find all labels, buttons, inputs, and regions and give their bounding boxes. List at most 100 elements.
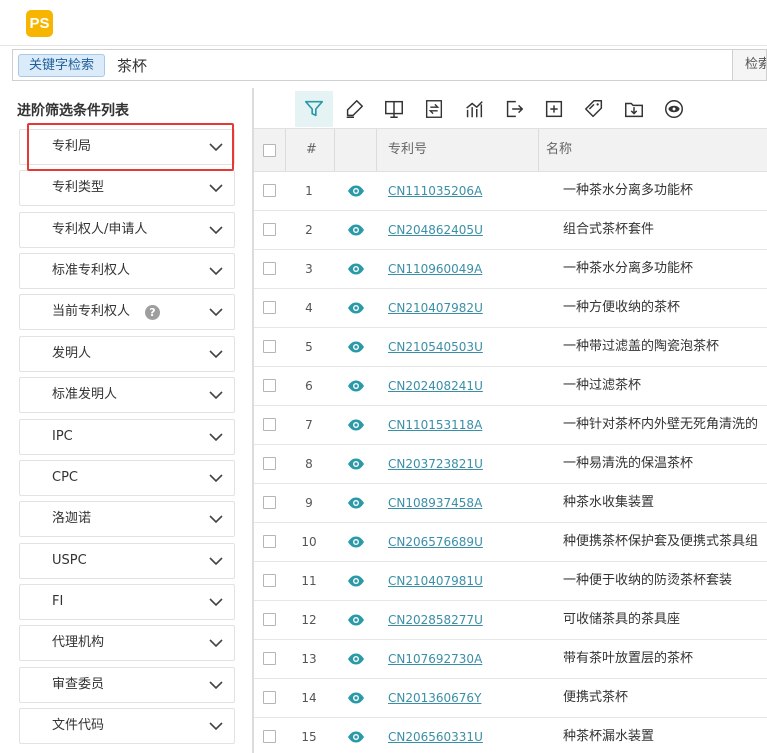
row-checkbox[interactable] <box>263 730 276 743</box>
row-checkbox[interactable] <box>263 613 276 626</box>
filter-item[interactable]: 专利局 <box>19 129 235 165</box>
row-checkbox[interactable] <box>263 301 276 314</box>
filter-item[interactable]: 专利权人/申请人 <box>19 212 235 248</box>
chevron-down-icon[interactable] <box>208 718 224 734</box>
filter-item[interactable]: 专利类型 <box>19 170 235 206</box>
filter-item[interactable]: USPC <box>19 543 235 579</box>
chevron-down-icon[interactable] <box>208 511 224 527</box>
compare-button[interactable] <box>415 91 453 127</box>
row-checkbox[interactable] <box>263 652 276 665</box>
row-checkbox[interactable] <box>263 535 276 548</box>
filter-item[interactable]: 代理机构 <box>19 625 235 661</box>
row-checkbox[interactable] <box>263 379 276 392</box>
keyword-search-tag[interactable]: 关键字检索 <box>18 54 106 77</box>
row-checkbox[interactable] <box>263 223 276 236</box>
chevron-down-icon[interactable] <box>208 677 224 693</box>
row-checkbox[interactable] <box>263 574 276 587</box>
filter-item[interactable]: 当前专利权人? <box>19 294 235 330</box>
patent-number-link[interactable]: CN111035206A <box>388 172 482 210</box>
table-row[interactable]: 5 CN210540503U 一种带过滤盖的陶瓷泡茶杯 <box>254 328 767 367</box>
patent-number-link[interactable]: CN202858277U <box>388 601 483 639</box>
filter-item[interactable]: IPC <box>19 419 235 455</box>
patent-number-link[interactable]: CN204862405U <box>388 211 483 249</box>
table-row[interactable]: 8 CN203723821U 一种易清洗的保温茶杯 <box>254 445 767 484</box>
table-row[interactable]: 1 CN111035206A 一种茶水分离多功能杯 <box>254 172 767 211</box>
eye-icon[interactable] <box>347 301 365 315</box>
row-checkbox[interactable] <box>263 691 276 704</box>
eye-icon[interactable] <box>347 496 365 510</box>
patent-number-link[interactable]: CN201360676Y <box>388 679 481 717</box>
filter-item[interactable]: 审查委员 <box>19 667 235 703</box>
search-input[interactable] <box>117 54 727 77</box>
filter-item[interactable]: 文件代码 <box>19 708 235 744</box>
row-checkbox[interactable] <box>263 496 276 509</box>
row-checkbox[interactable] <box>263 457 276 470</box>
eye-icon[interactable] <box>347 184 365 198</box>
chevron-down-icon[interactable] <box>208 222 224 238</box>
filter-item[interactable]: 发明人 <box>19 336 235 372</box>
header-index[interactable]: # <box>306 129 317 171</box>
filter-button[interactable] <box>295 91 333 127</box>
patent-number-link[interactable]: CN202408241U <box>388 367 483 405</box>
eye-icon[interactable] <box>347 340 365 354</box>
chevron-down-icon[interactable] <box>208 553 224 569</box>
chevron-down-icon[interactable] <box>208 263 224 279</box>
header-patent-no[interactable]: 专利号 <box>388 129 427 171</box>
filter-item[interactable]: 洛迦诺 <box>19 501 235 537</box>
search-button[interactable]: 检索 <box>732 50 766 80</box>
patent-number-link[interactable]: CN206576689U <box>388 523 483 561</box>
patent-number-link[interactable]: CN210407982U <box>388 289 483 327</box>
header-title[interactable]: 名称 <box>546 129 572 171</box>
chevron-down-icon[interactable] <box>208 635 224 651</box>
help-icon[interactable]: ? <box>145 305 160 320</box>
eye-icon[interactable] <box>347 691 365 705</box>
chevron-down-icon[interactable] <box>208 180 224 196</box>
eye-icon[interactable] <box>347 730 365 744</box>
patent-number-link[interactable]: CN108937458A <box>388 484 482 522</box>
tag-button[interactable] <box>575 91 613 127</box>
chevron-down-icon[interactable] <box>208 387 224 403</box>
eye-icon[interactable] <box>347 574 365 588</box>
patent-number-link[interactable]: CN203723821U <box>388 445 483 483</box>
chevron-down-icon[interactable] <box>208 429 224 445</box>
add-button[interactable] <box>535 91 573 127</box>
eye-icon[interactable] <box>347 379 365 393</box>
patent-number-link[interactable]: CN107692730A <box>388 640 482 678</box>
table-row[interactable]: 12 CN202858277U 可收储茶具的茶具座 <box>254 601 767 640</box>
save-folder-button[interactable] <box>615 91 653 127</box>
eye-settings-button[interactable] <box>655 91 693 127</box>
table-row[interactable]: 7 CN110153118A 一种针对茶杯内外壁无死角清洗的 <box>254 406 767 445</box>
row-checkbox[interactable] <box>263 262 276 275</box>
table-row[interactable]: 13 CN107692730A 带有茶叶放置层的茶杯 <box>254 640 767 679</box>
table-row[interactable]: 3 CN110960049A 一种茶水分离多功能杯 <box>254 250 767 289</box>
select-all-checkbox[interactable] <box>263 144 276 157</box>
chart-button[interactable] <box>455 91 493 127</box>
filter-item[interactable]: 标准发明人 <box>19 377 235 413</box>
patent-number-link[interactable]: CN210540503U <box>388 328 483 366</box>
chevron-down-icon[interactable] <box>208 304 224 320</box>
eye-icon[interactable] <box>347 613 365 627</box>
table-row[interactable]: 10 CN206576689U 种便携茶杯保护套及便携式茶具组 <box>254 523 767 562</box>
row-checkbox[interactable] <box>263 184 276 197</box>
row-checkbox[interactable] <box>263 418 276 431</box>
chevron-down-icon[interactable] <box>208 346 224 362</box>
filter-item[interactable]: CPC <box>19 460 235 496</box>
table-row[interactable]: 15 CN206560331U 种茶杯漏水装置 <box>254 718 767 753</box>
eye-icon[interactable] <box>347 457 365 471</box>
patent-number-link[interactable]: CN110960049A <box>388 250 482 288</box>
patent-number-link[interactable]: CN110153118A <box>388 406 482 444</box>
patent-number-link[interactable]: CN210407981U <box>388 562 483 600</box>
table-row[interactable]: 14 CN201360676Y 便携式茶杯 <box>254 679 767 718</box>
eye-icon[interactable] <box>347 535 365 549</box>
eye-icon[interactable] <box>347 223 365 237</box>
table-row[interactable]: 2 CN204862405U 组合式茶杯套件 <box>254 211 767 250</box>
table-row[interactable]: 4 CN210407982U 一种方便收纳的茶杯 <box>254 289 767 328</box>
table-row[interactable]: 9 CN108937458A 种茶水收集装置 <box>254 484 767 523</box>
highlighter-button[interactable] <box>335 91 373 127</box>
export-button[interactable] <box>495 91 533 127</box>
table-row[interactable]: 6 CN202408241U 一种过滤茶杯 <box>254 367 767 406</box>
app-logo[interactable]: PS <box>26 10 53 37</box>
monitor-button[interactable] <box>375 91 413 127</box>
filter-item[interactable]: FI <box>19 584 235 620</box>
row-checkbox[interactable] <box>263 340 276 353</box>
